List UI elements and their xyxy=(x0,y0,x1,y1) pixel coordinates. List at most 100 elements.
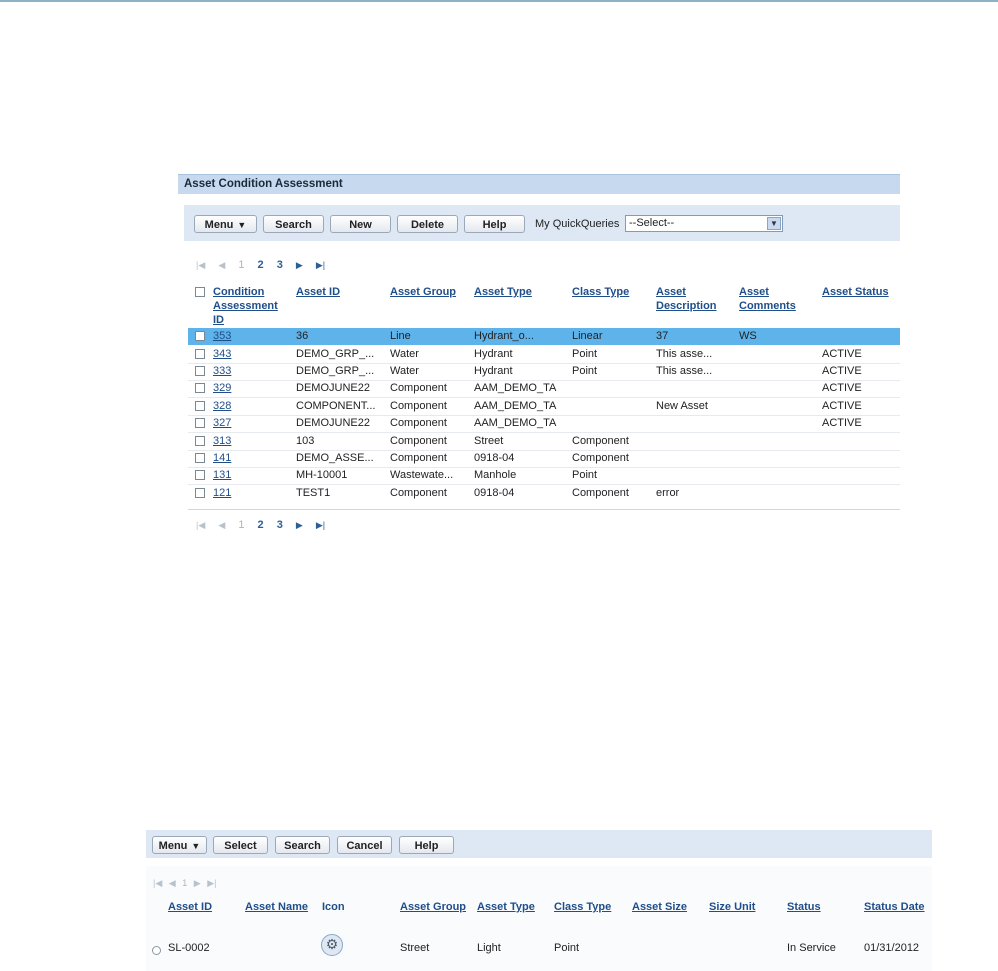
column-header-asset-size[interactable]: Asset Size xyxy=(632,901,687,913)
row-id-link[interactable]: 121 xyxy=(213,487,231,499)
row-checkbox[interactable] xyxy=(195,349,205,359)
search-button[interactable]: Search xyxy=(275,836,330,854)
menu-button[interactable]: Menu ▼ xyxy=(152,836,207,854)
table-row[interactable]: 329 DEMOJUNE22 Component AAM_DEMO_TA ACT… xyxy=(188,380,900,397)
next-page-icon[interactable]: ▶ xyxy=(296,260,303,270)
row-id-link[interactable]: 141 xyxy=(213,452,231,464)
column-header-class-type[interactable]: Class Type xyxy=(554,901,611,913)
header-line: Asset xyxy=(739,286,769,298)
header-line: Asset xyxy=(656,286,686,298)
table-row[interactable]: 333 DEMO_GRP_... Water Hydrant Point Thi… xyxy=(188,363,900,380)
prev-page-icon[interactable]: ◀ xyxy=(169,878,176,888)
new-button[interactable]: New xyxy=(330,215,391,233)
prev-page-icon[interactable]: ◀ xyxy=(218,520,225,530)
column-header-asset-status[interactable]: Asset Status xyxy=(822,285,889,299)
table-row[interactable]: 121 TEST1 Component 0918-04 Component er… xyxy=(188,485,900,502)
row-id-link[interactable]: 131 xyxy=(213,469,231,481)
row-asset-id: DEMOJUNE22 xyxy=(296,382,370,394)
row-checkbox[interactable] xyxy=(195,383,205,393)
last-page-icon[interactable]: ▶| xyxy=(316,520,325,530)
row-checkbox[interactable] xyxy=(195,418,205,428)
column-header-condition-assessment-id[interactable]: Condition Assessment ID xyxy=(213,285,278,327)
menu-button[interactable]: Menu ▼ xyxy=(194,215,257,233)
table-row[interactable]: 328 COMPONENT... Component AAM_DEMO_TA N… xyxy=(188,398,900,415)
row-id-link[interactable]: 327 xyxy=(213,417,231,429)
row-id-link[interactable]: 313 xyxy=(213,435,231,447)
table-row[interactable]: 353 36 Line Hydrant_o... Linear 37 WS xyxy=(188,328,900,345)
row-asset-type: 0918-04 xyxy=(474,452,515,464)
column-header-status[interactable]: Status xyxy=(787,901,821,913)
select-all-checkbox[interactable] xyxy=(195,287,205,297)
help-button[interactable]: Help xyxy=(464,215,525,233)
row-checkbox[interactable] xyxy=(195,436,205,446)
cancel-button[interactable]: Cancel xyxy=(337,836,392,854)
page-3-link[interactable]: 3 xyxy=(277,519,283,531)
page-3-link[interactable]: 3 xyxy=(277,259,283,271)
row-description: This asse... xyxy=(656,365,713,377)
row-asset-id: COMPONENT... xyxy=(296,400,376,412)
quickqueries-select[interactable]: --Select-- ▼ xyxy=(625,215,783,232)
column-header-status-date[interactable]: Status Date xyxy=(864,901,925,913)
table-row[interactable]: 343 DEMO_GRP_... Water Hydrant Point Thi… xyxy=(188,346,900,363)
row-class-type: Point xyxy=(572,365,598,377)
table-row[interactable]: 141 DEMO_ASSE... Component 0918-04 Compo… xyxy=(188,450,900,467)
header-line: ID xyxy=(213,314,224,326)
last-page-icon[interactable]: ▶| xyxy=(316,260,325,270)
column-header-asset-group[interactable]: Asset Group xyxy=(400,901,466,913)
first-page-icon[interactable]: |◀ xyxy=(196,520,205,530)
next-page-icon[interactable]: ▶ xyxy=(296,520,303,530)
column-header-asset-comments[interactable]: Asset Comments xyxy=(739,285,796,313)
row-id-link[interactable]: 343 xyxy=(213,348,231,360)
column-header-asset-type[interactable]: Asset Type xyxy=(474,285,532,299)
row-asset-type: AAM_DEMO_TA xyxy=(474,382,557,394)
row-asset-group: Line xyxy=(390,330,411,342)
row-checkbox[interactable] xyxy=(195,453,205,463)
table-row[interactable]: 131 MH-10001 Wastewate... Manhole Point xyxy=(188,467,900,484)
page-2-link[interactable]: 2 xyxy=(258,519,264,531)
column-header-asset-name[interactable]: Asset Name xyxy=(245,901,308,913)
next-page-icon[interactable]: ▶ xyxy=(194,878,201,888)
page-1-link[interactable]: 1 xyxy=(238,519,244,531)
table-row[interactable]: 313 103 Component Street Component xyxy=(188,433,900,450)
row-status: ACTIVE xyxy=(822,365,862,377)
first-page-icon[interactable]: |◀ xyxy=(153,878,162,888)
column-header-asset-group[interactable]: Asset Group xyxy=(390,285,456,299)
row-id-link[interactable]: 333 xyxy=(213,365,231,377)
help-button[interactable]: Help xyxy=(399,836,454,854)
first-page-icon[interactable]: |◀ xyxy=(196,260,205,270)
row-radio[interactable] xyxy=(152,946,161,955)
row-checkbox[interactable] xyxy=(195,401,205,411)
prev-page-icon[interactable]: ◀ xyxy=(218,260,225,270)
column-header-size-unit[interactable]: Size Unit xyxy=(709,901,755,913)
row-asset-id: DEMO_GRP_... xyxy=(296,348,375,360)
page-2-link[interactable]: 2 xyxy=(258,259,264,271)
grid-bottom-divider xyxy=(188,509,900,510)
results-grid xyxy=(146,866,932,971)
delete-button[interactable]: Delete xyxy=(397,215,458,233)
row-id-link[interactable]: 353 xyxy=(213,330,231,342)
table-row[interactable]: 327 DEMOJUNE22 Component AAM_DEMO_TA ACT… xyxy=(188,415,900,432)
header-line: Description xyxy=(656,300,717,312)
row-id-link[interactable]: 329 xyxy=(213,382,231,394)
column-header-asset-type[interactable]: Asset Type xyxy=(477,901,535,913)
row-checkbox[interactable] xyxy=(195,470,205,480)
row-class-type: Component xyxy=(572,435,629,447)
header-line: Condition xyxy=(213,286,265,298)
column-header-class-type[interactable]: Class Type xyxy=(572,285,629,299)
last-page-icon[interactable]: ▶| xyxy=(207,878,216,888)
page-1-link[interactable]: 1 xyxy=(182,878,187,888)
row-checkbox[interactable] xyxy=(195,366,205,376)
search-button[interactable]: Search xyxy=(263,215,324,233)
row-id-link[interactable]: 328 xyxy=(213,400,231,412)
row-checkbox[interactable] xyxy=(195,488,205,498)
row-description: 37 xyxy=(656,330,669,342)
select-button[interactable]: Select xyxy=(213,836,268,854)
row-asset-id: TEST1 xyxy=(296,487,331,499)
page-1-link[interactable]: 1 xyxy=(238,259,244,271)
row-checkbox[interactable] xyxy=(195,331,205,341)
chevron-down-icon[interactable]: ▼ xyxy=(767,217,781,230)
gear-icon[interactable]: ⚙ xyxy=(321,934,343,956)
column-header-asset-description[interactable]: Asset Description xyxy=(656,285,717,313)
column-header-asset-id[interactable]: Asset ID xyxy=(296,285,340,299)
column-header-asset-id[interactable]: Asset ID xyxy=(168,901,212,913)
